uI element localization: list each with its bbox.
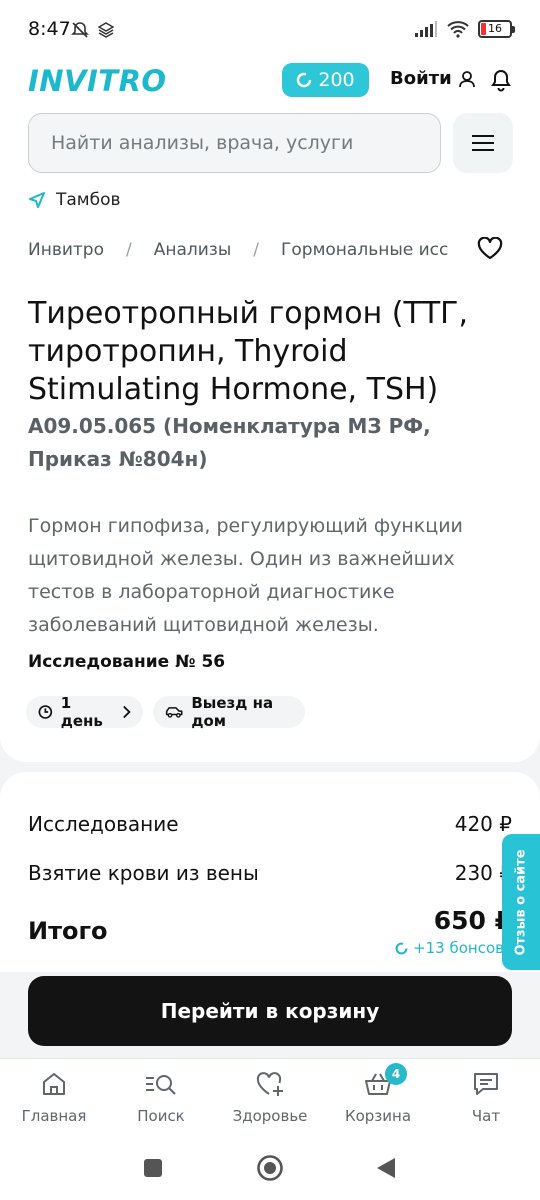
total-value: 650 ₽ bbox=[433, 906, 512, 935]
hamburger-icon bbox=[472, 135, 494, 151]
bonus-coin-icon bbox=[297, 72, 312, 88]
page-title: Тиреотропный гормон (ТТГ, тиротропин, Th… bbox=[28, 296, 468, 407]
bonus-balance-value: 200 bbox=[318, 69, 355, 91]
bonus-accrual-value: +13 бонсов bbox=[413, 939, 504, 957]
breadcrumb-item[interactable]: Инвитро bbox=[28, 240, 104, 260]
login-label: Войти bbox=[390, 68, 452, 89]
breadcrumb-separator: / bbox=[126, 240, 132, 260]
tab-label: Главная bbox=[21, 1107, 87, 1125]
signal-icon bbox=[415, 21, 437, 37]
layers-icon bbox=[98, 22, 114, 38]
tab-label: Корзина bbox=[344, 1107, 412, 1125]
breadcrumb-item[interactable]: Анализы bbox=[154, 240, 232, 260]
tab-health[interactable]: Здоровье bbox=[220, 1067, 320, 1125]
breadcrumb-separator: / bbox=[253, 240, 260, 260]
home-visit-label: Выезд на дом bbox=[191, 694, 274, 730]
square-icon bbox=[144, 1159, 162, 1177]
heart-icon bbox=[477, 236, 503, 260]
back-triangle-icon bbox=[377, 1158, 395, 1178]
tab-label: Чат bbox=[471, 1107, 501, 1125]
notifications-button[interactable] bbox=[490, 68, 512, 96]
tab-home[interactable]: Главная bbox=[4, 1067, 104, 1125]
clock-icon bbox=[38, 705, 53, 719]
home-icon bbox=[43, 1073, 65, 1095]
status-bar: 8:47 16 bbox=[0, 0, 540, 62]
price-row-label: Взятие крови из вены bbox=[28, 861, 259, 885]
mute-bell-icon bbox=[71, 22, 89, 38]
tab-cart[interactable]: 4 Корзина bbox=[328, 1063, 428, 1125]
city-selector[interactable]: Тамбов bbox=[28, 190, 121, 210]
city-name: Тамбов bbox=[56, 190, 121, 210]
home-visit-chip[interactable]: Выезд на дом bbox=[153, 694, 305, 730]
nomenclature-code: A09.05.065 (Номенклатура МЗ РФ, Приказ №… bbox=[28, 414, 431, 471]
car-icon bbox=[165, 707, 183, 718]
study-number: Исследование № 56 bbox=[28, 652, 226, 672]
chevron-right-icon bbox=[123, 705, 131, 719]
user-icon bbox=[458, 70, 475, 87]
cart-count-badge: 4 bbox=[385, 1063, 407, 1085]
circle-home-icon bbox=[257, 1155, 283, 1181]
menu-button[interactable] bbox=[453, 113, 513, 173]
bonus-balance-button[interactable]: 200 bbox=[282, 63, 369, 97]
turnaround-label: 1 день bbox=[60, 694, 103, 730]
site-feedback-tab[interactable]: Отзыв о сайте bbox=[502, 834, 540, 970]
bonus-accrual: +13 бонсов bbox=[395, 939, 504, 957]
wifi-icon bbox=[447, 21, 469, 38]
search-input[interactable]: Найти анализы, врача, услуги bbox=[28, 113, 441, 173]
favorite-button[interactable] bbox=[477, 236, 503, 265]
home-nav-button[interactable] bbox=[256, 1154, 284, 1186]
battery-level: 16 bbox=[488, 22, 502, 35]
login-button[interactable]: Войти bbox=[390, 68, 476, 89]
bottom-tab-bar: Главная Поиск Здоровье 4 Корзина Чат bbox=[0, 1058, 540, 1138]
go-to-cart-button[interactable]: Перейти в корзину bbox=[28, 976, 512, 1046]
site-feedback-label: Отзыв о сайте bbox=[513, 848, 529, 956]
tab-search[interactable]: Поиск bbox=[111, 1067, 211, 1125]
turnaround-chip[interactable]: 1 день bbox=[26, 694, 143, 730]
invitro-logo[interactable]: INVITRO bbox=[28, 64, 167, 98]
tab-chat[interactable]: Чат bbox=[436, 1067, 536, 1125]
chat-icon bbox=[474, 1073, 498, 1095]
location-arrow-icon bbox=[29, 192, 45, 208]
status-time: 8:47 bbox=[28, 18, 71, 40]
tab-label: Поиск bbox=[137, 1107, 185, 1125]
breadcrumb: Инвитро / Анализы / Гормональные исс bbox=[28, 240, 448, 260]
heart-plus-icon bbox=[256, 1072, 283, 1096]
bell-icon bbox=[491, 69, 511, 92]
price-row: Взятие крови из вены 230 ₽ bbox=[28, 861, 512, 885]
breadcrumb-item[interactable]: Гормональные исс bbox=[281, 240, 448, 260]
back-button[interactable] bbox=[375, 1156, 397, 1184]
price-row-label: Исследование bbox=[28, 812, 179, 836]
total-label: Итого bbox=[28, 917, 108, 945]
recents-button[interactable] bbox=[143, 1158, 163, 1182]
search-placeholder: Найти анализы, врача, услуги bbox=[51, 132, 354, 154]
search-list-icon bbox=[146, 1075, 176, 1095]
battery-icon: 16 bbox=[478, 20, 515, 38]
bonus-coin-icon bbox=[395, 942, 408, 954]
product-description: Гормон гипофиза, регулирующий функции щи… bbox=[28, 515, 463, 636]
price-row: Исследование 420 ₽ bbox=[28, 812, 512, 836]
price-row-value: 420 ₽ bbox=[454, 812, 512, 836]
tab-label: Здоровье bbox=[232, 1107, 308, 1125]
system-navigation-bar bbox=[0, 1138, 540, 1200]
